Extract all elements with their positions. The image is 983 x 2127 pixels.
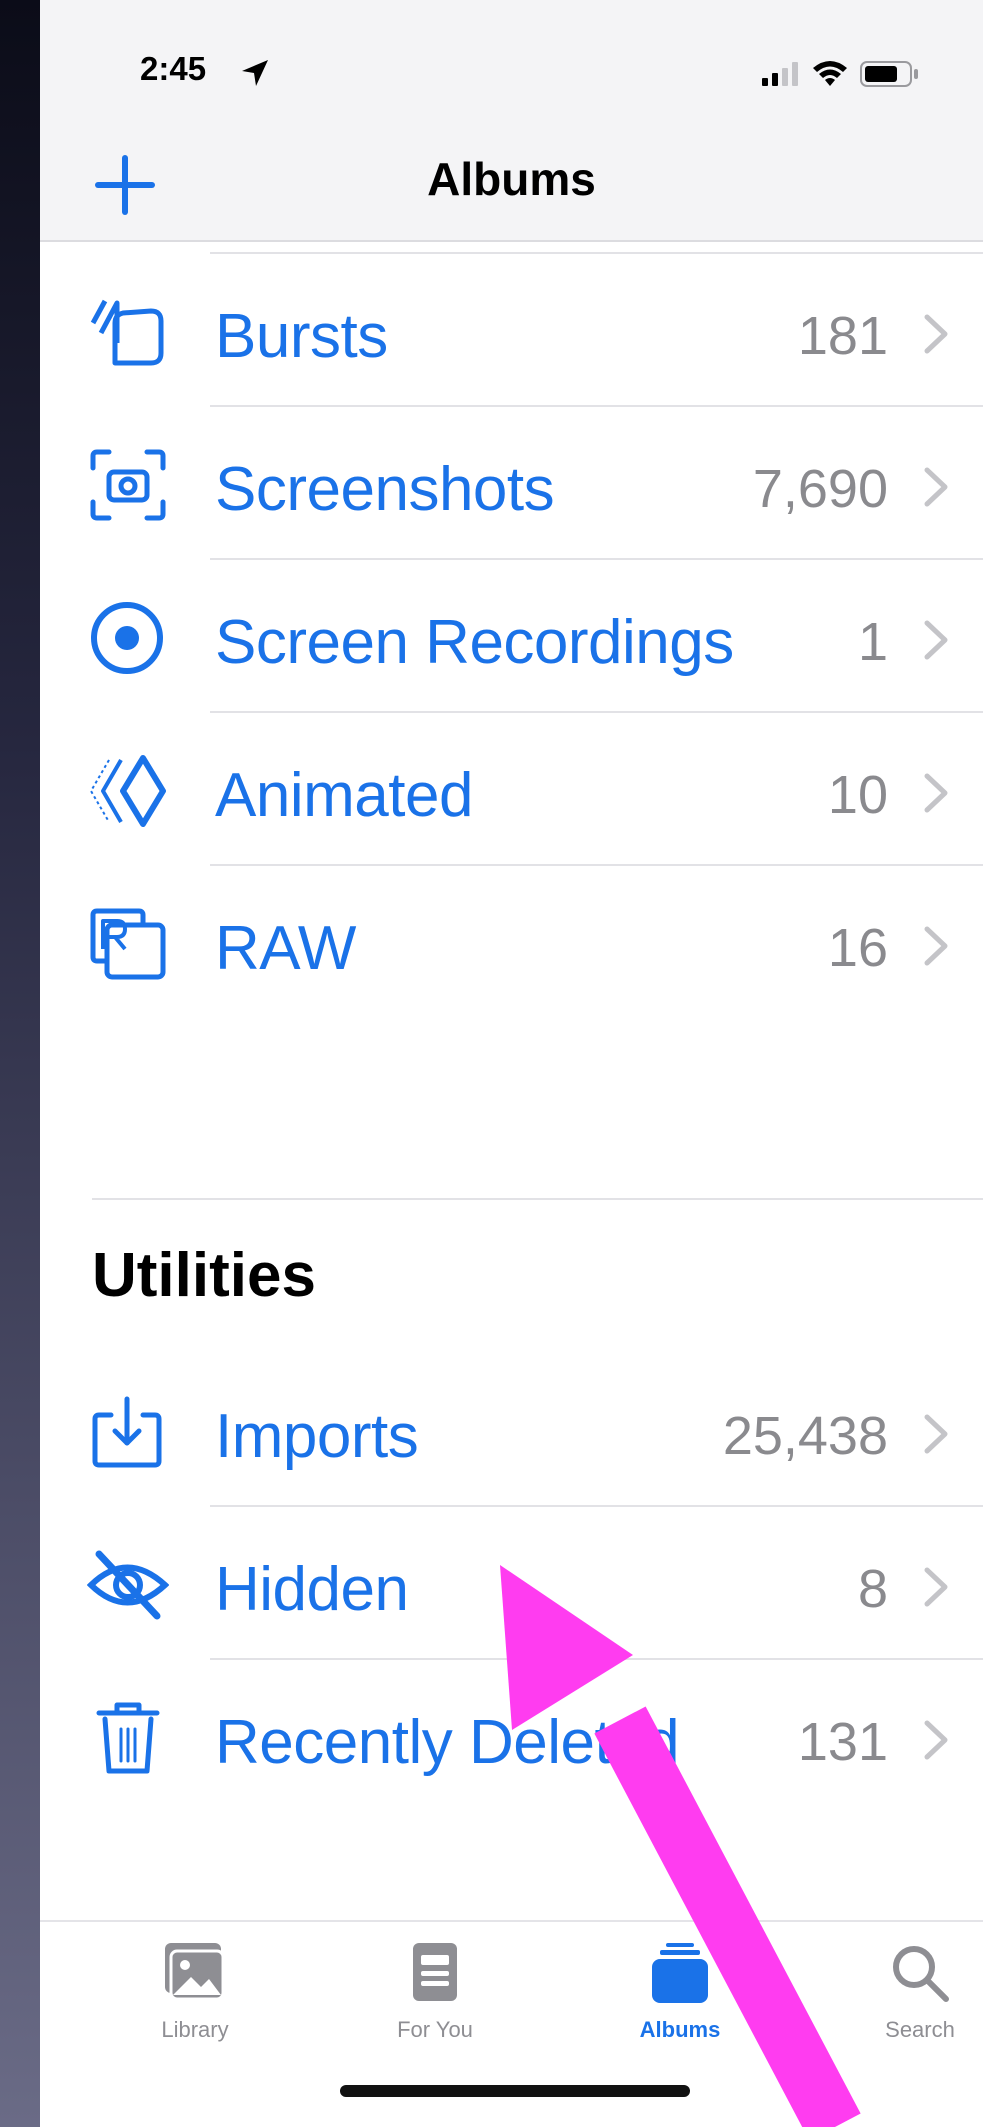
tab-label: Search (885, 2017, 955, 2042)
album-label: Bursts (215, 302, 388, 371)
divider (210, 1505, 983, 1507)
album-row-imports[interactable]: Imports 25,438 (40, 1355, 983, 1507)
chevron-right-icon (924, 467, 948, 507)
album-row-raw[interactable]: RAW 16 (40, 867, 983, 1019)
wifi-icon (813, 61, 847, 86)
divider (210, 711, 983, 713)
album-label: Hidden (215, 1555, 409, 1624)
album-count: 131 (797, 1712, 888, 1772)
chevron-right-icon (924, 620, 948, 660)
divider (210, 405, 983, 407)
album-count: 25,438 (722, 1406, 888, 1466)
section-divider (92, 1198, 983, 1200)
album-count: 1 (857, 612, 888, 672)
chevron-right-icon (924, 773, 948, 813)
chevron-right-icon (924, 926, 948, 966)
tab-search[interactable]: Search (820, 1937, 983, 2087)
album-label: Recently Deleted (215, 1708, 680, 1777)
trash-icon (96, 1702, 160, 1774)
page-title: Albums (427, 153, 596, 205)
album-count: 10 (827, 765, 888, 825)
chevron-right-icon (924, 1567, 948, 1607)
album-count: 181 (797, 306, 888, 366)
location-arrow-icon (242, 60, 268, 86)
status-bar: 2:45 (40, 0, 983, 130)
status-time: 2:45 (140, 50, 207, 87)
album-count: 8 (857, 1559, 888, 1619)
section-title-utilities: Utilities (92, 1241, 316, 1310)
raw-icon (90, 908, 166, 980)
album-row-animated[interactable]: Animated 10 (40, 714, 983, 866)
battery-icon (860, 61, 918, 87)
tab-albums[interactable]: Albums (580, 1937, 780, 2087)
chevron-right-icon (924, 314, 948, 354)
divider (210, 1658, 983, 1660)
tab-label: For You (397, 2017, 473, 2042)
album-label: Imports (215, 1402, 419, 1471)
bursts-icon (90, 299, 164, 366)
album-row-bursts[interactable]: Bursts 181 (40, 255, 983, 407)
divider (210, 864, 983, 866)
for-you-icon (413, 1943, 457, 2001)
screen-recording-icon (91, 602, 163, 674)
animated-icon (90, 755, 166, 827)
album-label: Screen Recordings (215, 608, 734, 677)
divider (210, 252, 983, 254)
import-icon (92, 1396, 162, 1468)
photo-library-icon (165, 1943, 225, 2001)
album-count: 7,690 (752, 459, 888, 519)
album-row-hidden[interactable]: Hidden 8 (40, 1508, 983, 1660)
album-label: Screenshots (215, 455, 555, 524)
album-label: Animated (215, 761, 473, 830)
home-indicator (340, 2085, 690, 2097)
album-label: RAW (215, 914, 356, 983)
cellular-signal-icon (762, 62, 798, 86)
search-icon (893, 1946, 949, 2002)
screenshot-icon (90, 449, 166, 521)
album-count: 16 (827, 918, 888, 978)
chevron-right-icon (924, 1720, 948, 1760)
navigation-bar: Albums (40, 130, 983, 242)
phone-screen: 2:45 Albums Bursts 181 Screenshots 7,690… (40, 0, 983, 2127)
album-row-recently-deleted[interactable]: Recently Deleted 131 (40, 1661, 983, 1813)
tab-library[interactable]: Library (95, 1937, 295, 2087)
tab-label: Albums (639, 2017, 721, 2042)
album-row-screen-recordings[interactable]: Screen Recordings 1 (40, 561, 983, 713)
divider (210, 558, 983, 560)
chevron-right-icon (924, 1414, 948, 1454)
albums-icon (652, 1943, 708, 2003)
tab-for-you[interactable]: For You (335, 1937, 535, 2087)
tab-label: Library (161, 2017, 229, 2042)
eye-slash-icon (87, 1550, 169, 1620)
album-row-screenshots[interactable]: Screenshots 7,690 (40, 408, 983, 560)
